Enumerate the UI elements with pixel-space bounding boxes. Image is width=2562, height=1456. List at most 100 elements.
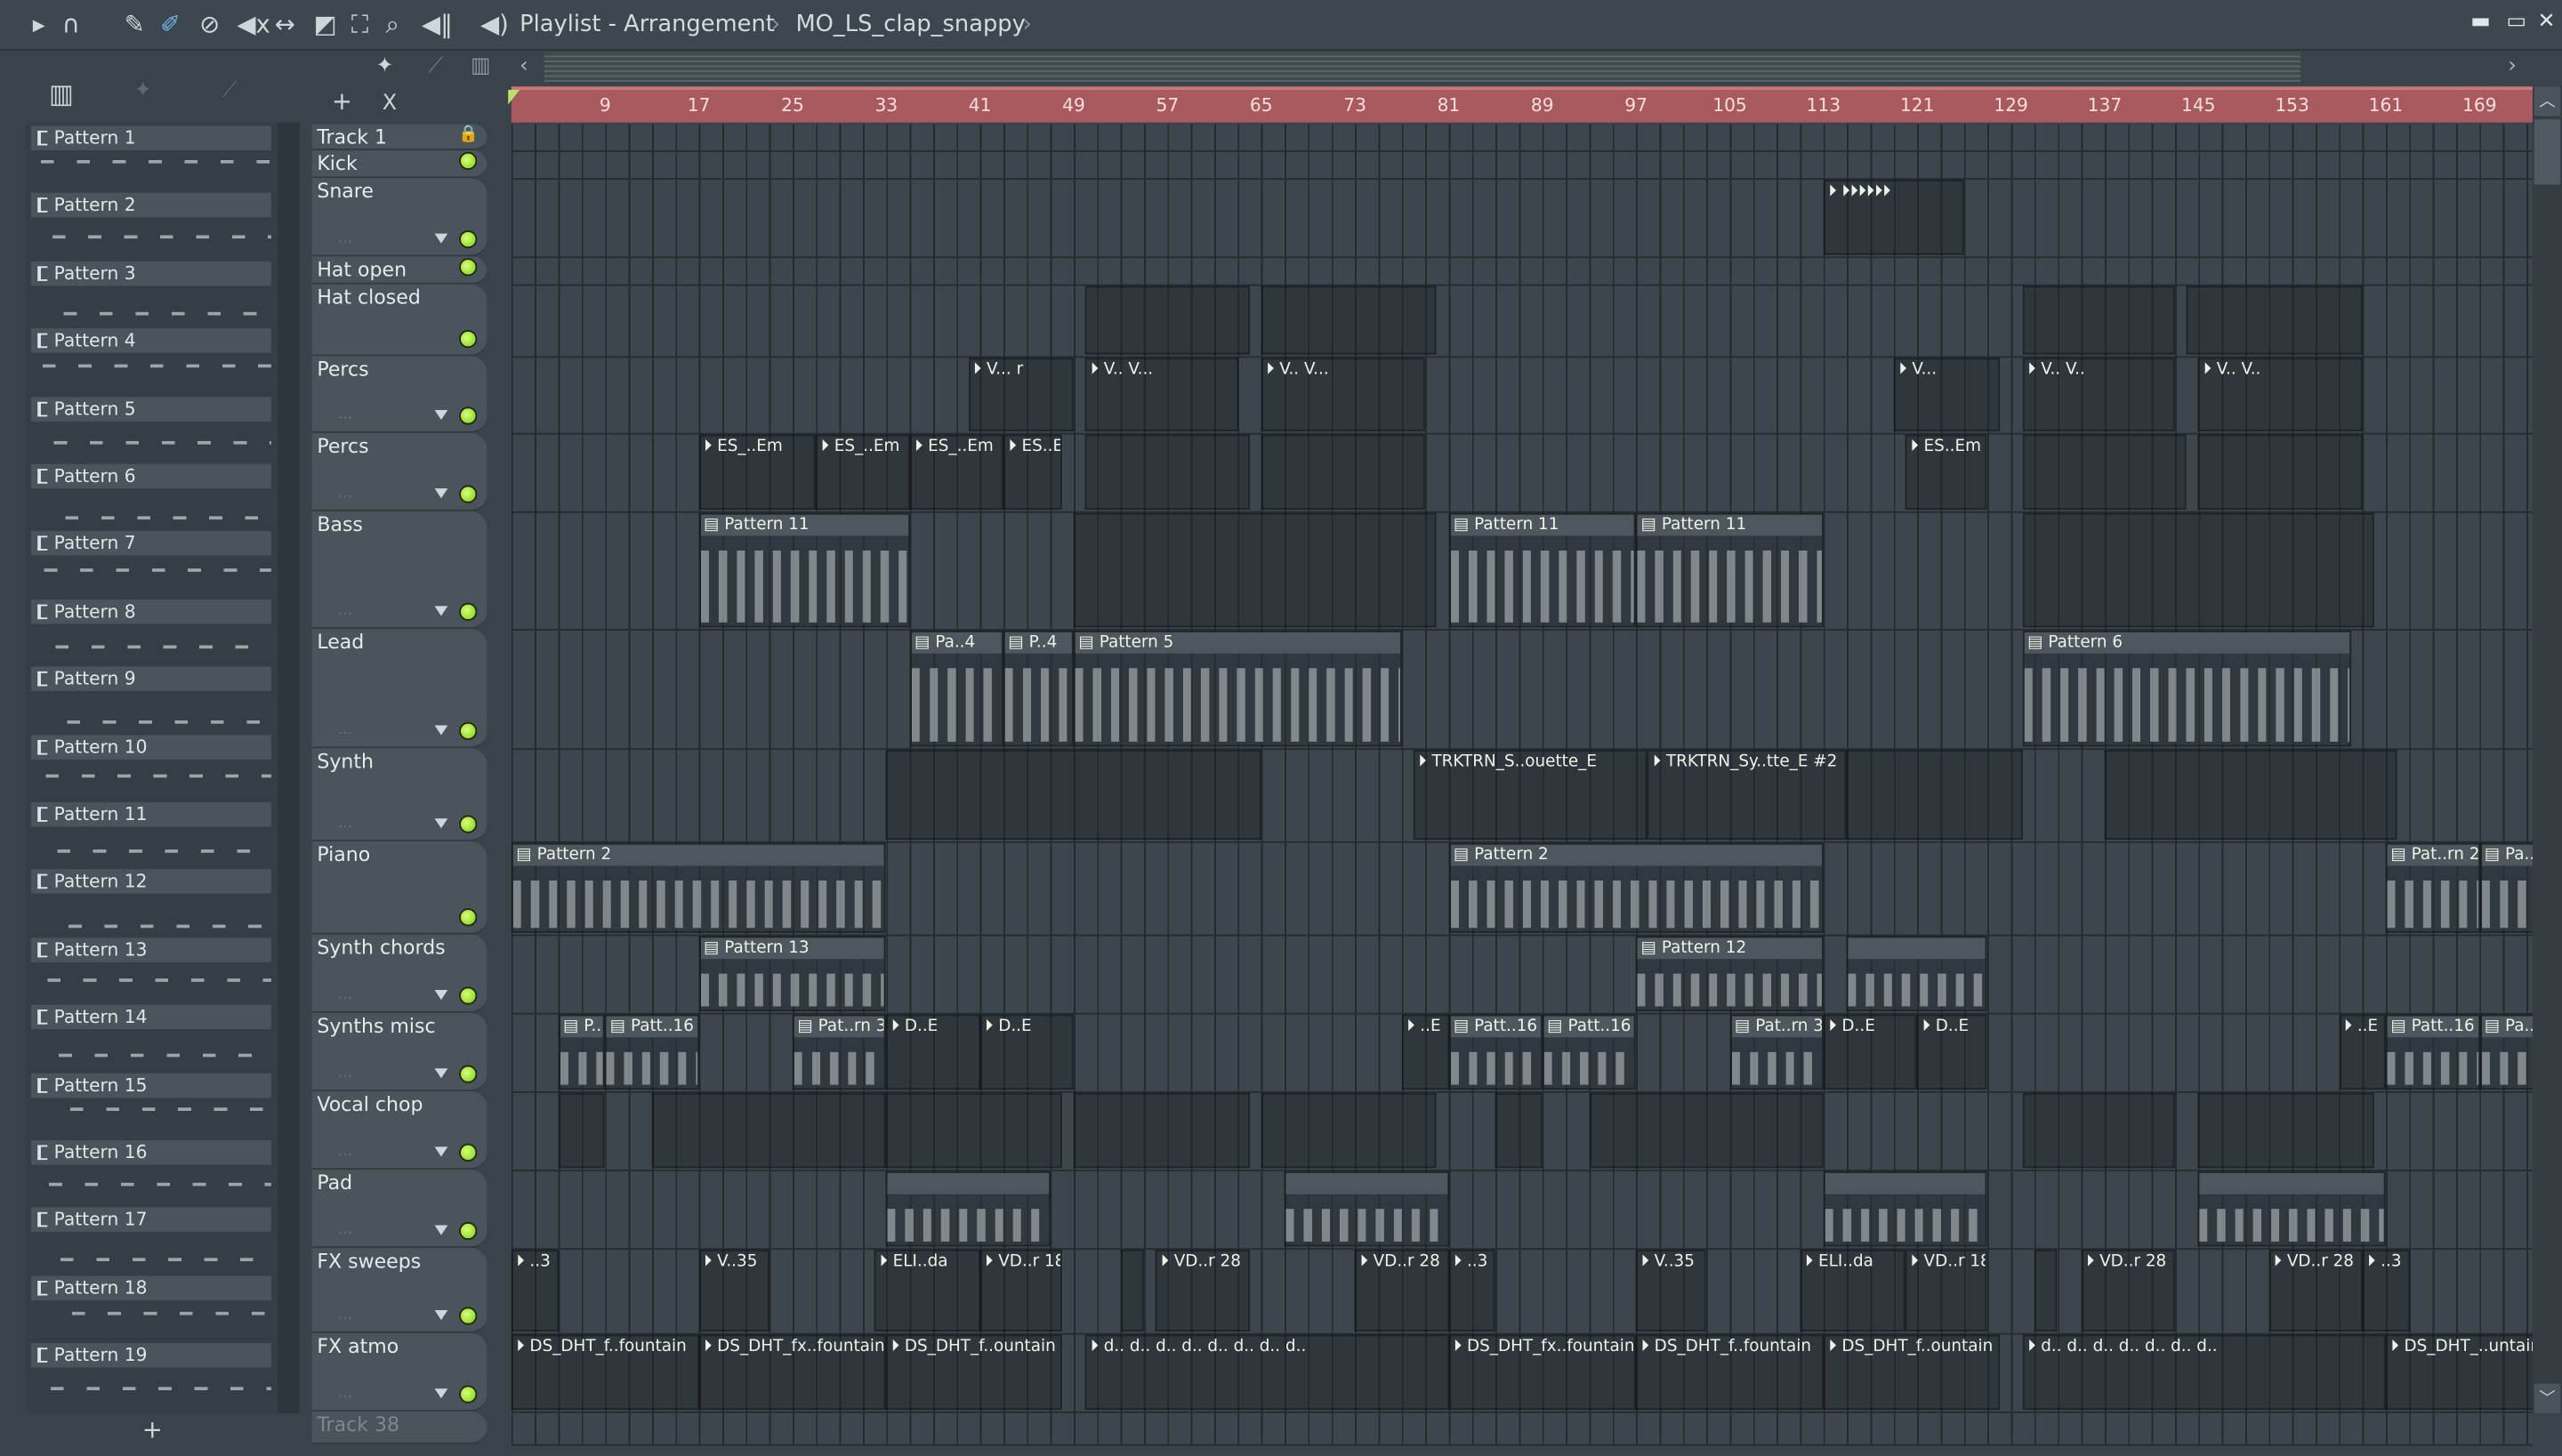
audio-clip[interactable]: ⏵ DS_DHT_..untain: [2385, 1334, 2539, 1411]
track-mute-led[interactable]: [459, 1385, 478, 1404]
track-header[interactable]: Hat closed: [311, 284, 487, 357]
audio-clip[interactable]: [2022, 1092, 2175, 1169]
minimize-button[interactable]: ▬: [2470, 10, 2491, 35]
track-name[interactable]: Hat closed: [317, 286, 420, 309]
track-mute-led[interactable]: [459, 1143, 478, 1162]
track-header[interactable]: Kick: [311, 149, 487, 179]
audio-clip[interactable]: ⏵ VD..r 28: [2081, 1250, 2175, 1331]
audio-clip[interactable]: [1589, 1092, 1824, 1169]
magnet-snap-icon[interactable]: ∩: [62, 12, 80, 37]
pattern-picker-item[interactable]: Pattern 9: [30, 666, 271, 734]
audio-clip[interactable]: ⏵ ES..Em: [1905, 434, 1988, 511]
track-mute-led[interactable]: [459, 151, 478, 171]
track-header[interactable]: Snare ···: [311, 178, 487, 257]
pattern-clip-icon[interactable]: ▥: [471, 54, 491, 79]
speaker-icon[interactable]: ◀): [480, 12, 509, 37]
playback-icon[interactable]: ◀‖: [422, 12, 453, 37]
track-lane[interactable]: [511, 1412, 2533, 1446]
pattern-clip[interactable]: ▤ Pattern 11: [1448, 512, 1637, 628]
track-header[interactable]: Hat open: [311, 256, 487, 285]
audio-clip[interactable]: ⏵ ES_..Em: [816, 434, 910, 511]
track-header[interactable]: Synths misc ···: [311, 1012, 487, 1091]
audio-clip[interactable]: ⏵ D..E: [886, 1014, 980, 1090]
audio-clip[interactable]: [651, 1092, 887, 1169]
add-pattern-button[interactable]: +: [142, 1415, 163, 1444]
audio-clip[interactable]: [886, 152, 1448, 177]
pattern-picker-item[interactable]: Pattern 3: [30, 261, 271, 328]
audio-clip[interactable]: ⏵ ..E: [1401, 1014, 1449, 1090]
pattern-clip[interactable]: ▤ P..4: [1003, 630, 1074, 747]
track-mute-led[interactable]: [459, 602, 478, 621]
audio-clip[interactable]: [1824, 125, 2386, 149]
audio-clip[interactable]: ⏵ TRKTRN_S..ouette_E: [1413, 750, 1648, 841]
audio-clip[interactable]: ⏵ ..3: [1448, 1250, 1496, 1331]
pattern-clip[interactable]: ▤ Patt..16: [2385, 1014, 2480, 1090]
track-lane[interactable]: [511, 1248, 2533, 1335]
track-name[interactable]: Percs: [317, 435, 368, 458]
track-header[interactable]: Piano: [311, 841, 487, 935]
track-name[interactable]: Hat open: [317, 258, 407, 281]
pattern-picker-item[interactable]: Pattern 4: [30, 328, 271, 396]
lock-icon[interactable]: 🔒: [458, 125, 479, 143]
audio-clip[interactable]: [558, 1092, 606, 1169]
track-menu-arrow-icon[interactable]: [434, 488, 448, 499]
audio-filter-icon[interactable]: ✦: [134, 78, 152, 103]
track-header[interactable]: Vocal chop ···: [311, 1090, 487, 1170]
pattern-clip[interactable]: [2198, 1170, 2386, 1247]
pattern-picker-item[interactable]: Pattern 11: [30, 801, 271, 869]
pattern-clip[interactable]: ▤ P...: [558, 1014, 606, 1090]
audio-clip[interactable]: ⏵ V..35: [1636, 1250, 1707, 1331]
track-name[interactable]: Vocal chop: [317, 1093, 423, 1116]
audio-clip[interactable]: ⏵ VD..r 28: [1355, 1250, 1449, 1331]
paint-brush-icon[interactable]: ✐: [160, 12, 181, 37]
audio-clip[interactable]: [1261, 286, 1438, 355]
zoom-icon[interactable]: ⌕: [385, 12, 399, 37]
audio-clip[interactable]: ⏵ D..E: [979, 1014, 1075, 1090]
pattern-picker-item[interactable]: Pattern 8: [30, 599, 271, 666]
track-header[interactable]: Pad ···: [311, 1170, 487, 1249]
piano-roll-filter-icon[interactable]: ▥: [49, 78, 74, 109]
audio-clip[interactable]: [1074, 180, 1448, 254]
track-menu-arrow-icon[interactable]: [434, 1388, 448, 1399]
audio-clip[interactable]: [2011, 180, 2386, 254]
pattern-clip[interactable]: ▤ Pattern 2: [511, 842, 887, 933]
pattern-clip[interactable]: ▤ Pa..4: [909, 630, 1003, 747]
audio-clip-icon[interactable]: ✦: [375, 54, 393, 79]
track-menu-arrow-icon[interactable]: [434, 410, 448, 421]
audio-clip[interactable]: ⏵ DS_DHT_f..fountain: [1636, 1334, 1824, 1411]
track-menu-arrow-icon[interactable]: [434, 1310, 448, 1321]
audio-clip[interactable]: [2187, 286, 2363, 355]
track-mute-led[interactable]: [459, 258, 478, 277]
track-menu-arrow-icon[interactable]: [434, 1225, 448, 1235]
audio-clip[interactable]: ⏵ D..E: [1917, 1014, 1988, 1090]
mute-icon[interactable]: ◀x: [237, 12, 270, 37]
pattern-picker-item[interactable]: Pattern 7: [30, 531, 271, 599]
audio-clip[interactable]: ⏵ ELI..da: [874, 1250, 980, 1331]
track-mute-led[interactable]: [459, 406, 478, 425]
audio-clip[interactable]: ⏵ V..35: [698, 1250, 769, 1331]
track-header[interactable]: Synth chords ···: [311, 934, 487, 1013]
pattern-clip[interactable]: [1847, 936, 1988, 1011]
audio-clip[interactable]: ⏵ ES_..Em: [698, 434, 817, 511]
track-name[interactable]: Track 1: [317, 125, 387, 149]
pattern-picker-item[interactable]: Pattern 1: [30, 125, 271, 192]
track-header[interactable]: Lead ···: [311, 629, 487, 749]
track-name[interactable]: Piano: [317, 843, 370, 866]
pattern-picker-item[interactable]: Pattern 17: [30, 1208, 271, 1275]
audio-clip[interactable]: ⏵ ⏵⏵⏵⏵⏵⏵: [1823, 180, 1964, 255]
audio-clip[interactable]: [1495, 1092, 1543, 1169]
track-menu-arrow-icon[interactable]: [434, 1068, 448, 1079]
audio-clip[interactable]: ⏵ VD..r 28: [2268, 1250, 2363, 1331]
pattern-clip[interactable]: ▤ Pat..rn 3: [1729, 1014, 1824, 1090]
vertical-scrollbar[interactable]: ︿ ﹀: [2532, 86, 2562, 1413]
audio-clip[interactable]: ⏵ V...: [1893, 358, 2000, 431]
audio-clip[interactable]: ⏵ V.. V..: [2198, 358, 2363, 431]
pattern-clip[interactable]: ▤ Pattern 6: [2022, 630, 2351, 747]
track-name[interactable]: Synth chords: [317, 936, 445, 959]
audio-clip[interactable]: ⏵ ELI..da: [1800, 1250, 1906, 1331]
audio-clip[interactable]: ⏵ VD..r 28: [1156, 1250, 1250, 1331]
timeline-ruler[interactable]: 9 17 25 33 41 49 57 65 73 81 89 97 105 113 121 129 137 14…: [508, 86, 2533, 123]
song-position-marker[interactable]: [508, 90, 520, 105]
pattern-clip[interactable]: [886, 1170, 1051, 1247]
audio-clip[interactable]: [2034, 1250, 2058, 1331]
